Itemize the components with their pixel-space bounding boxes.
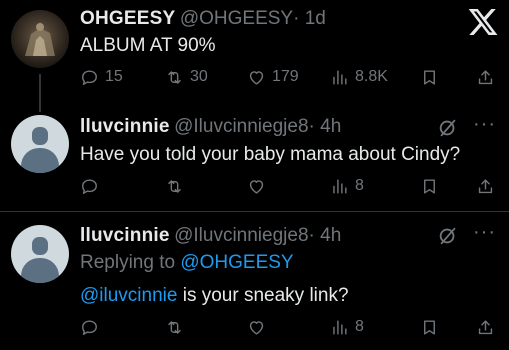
- views-icon: [333, 319, 347, 335]
- retweet-icon: [168, 179, 181, 193]
- replying-to: Replying to @OHGEESY: [80, 252, 294, 274]
- share-button[interactable]: [476, 175, 495, 197]
- views-button[interactable]: 8: [330, 175, 364, 197]
- replying-to-label: Replying to: [80, 252, 176, 273]
- reply-button[interactable]: 15: [80, 66, 123, 88]
- retweet-icon: [168, 70, 181, 84]
- reply-count: 15: [105, 68, 123, 85]
- share-button[interactable]: [476, 66, 495, 88]
- tweet-text: @iluvcinnie is your sneaky link?: [80, 285, 349, 307]
- reply-icon: [82, 319, 97, 335]
- retweet-button[interactable]: 30: [165, 66, 208, 88]
- like-button[interactable]: 179: [247, 66, 299, 88]
- views-button[interactable]: 8: [330, 316, 364, 338]
- retweet-button[interactable]: [165, 316, 184, 338]
- avatar[interactable]: [11, 225, 69, 283]
- timestamp[interactable]: · 1d: [293, 8, 326, 29]
- author-name[interactable]: lluvcinnie: [80, 225, 170, 246]
- heart-icon: [249, 320, 264, 335]
- avatar[interactable]: [11, 115, 69, 173]
- divider: [0, 211, 509, 212]
- like-count: 179: [272, 68, 299, 85]
- thread-line: [39, 74, 41, 112]
- author-handle[interactable]: @Iluvcinniegje8: [174, 116, 308, 137]
- retweet-button[interactable]: [165, 175, 184, 197]
- bookmark-icon: [424, 319, 435, 335]
- views-button[interactable]: 8.8K: [330, 66, 388, 88]
- retweet-icon: [168, 320, 181, 334]
- reply-button[interactable]: [80, 175, 99, 197]
- bookmark-button[interactable]: [420, 66, 439, 88]
- avatar[interactable]: [11, 10, 69, 68]
- like-button[interactable]: [247, 175, 266, 197]
- views-icon: [333, 178, 347, 194]
- views-count: 8: [355, 177, 364, 194]
- heart-icon: [249, 70, 264, 85]
- replying-to-handle[interactable]: @OHGEESY: [180, 252, 293, 273]
- share-icon: [478, 178, 493, 193]
- grok-icon[interactable]: [437, 117, 459, 139]
- more-icon[interactable]: ···: [473, 221, 496, 244]
- tweet-text: Have you told your baby mama about Cindy…: [80, 144, 461, 165]
- share-icon: [478, 319, 493, 334]
- bookmark-icon: [424, 178, 435, 194]
- more-icon[interactable]: ···: [473, 113, 496, 136]
- heart-icon: [249, 179, 264, 194]
- grok-icon[interactable]: [437, 225, 459, 247]
- timestamp[interactable]: · 4h: [309, 116, 342, 137]
- author-handle[interactable]: @OHGEESY: [180, 8, 293, 29]
- author-name[interactable]: lluvcinnie: [80, 116, 170, 137]
- views-count: 8: [355, 318, 364, 335]
- bookmark-button[interactable]: [420, 316, 439, 338]
- reply-icon: [82, 69, 97, 85]
- tweet-actions: 8: [80, 316, 500, 340]
- reply-button[interactable]: [80, 316, 99, 338]
- tweet-text: ALBUM AT 90%: [80, 35, 216, 56]
- like-button[interactable]: [247, 316, 266, 338]
- mention-link[interactable]: @iluvcinnie: [80, 285, 177, 306]
- views-icon: [333, 69, 347, 85]
- bookmark-icon: [424, 69, 435, 85]
- author-name[interactable]: OHGEESY: [80, 8, 175, 29]
- reply-icon: [82, 178, 97, 194]
- share-icon: [478, 69, 493, 84]
- tweet-actions: 8: [80, 175, 500, 199]
- views-count: 8.8K: [355, 68, 388, 85]
- author-handle[interactable]: @Iluvcinniegje8: [174, 225, 308, 246]
- x-logo-icon[interactable]: [467, 6, 499, 38]
- retweet-count: 30: [190, 68, 208, 85]
- bookmark-button[interactable]: [420, 175, 439, 197]
- share-button[interactable]: [476, 316, 495, 338]
- timestamp[interactable]: · 4h: [309, 225, 342, 246]
- tweet-actions: 15 30 179 8.8K: [80, 66, 500, 90]
- tweet-text-body: is your sneaky link?: [177, 285, 349, 306]
